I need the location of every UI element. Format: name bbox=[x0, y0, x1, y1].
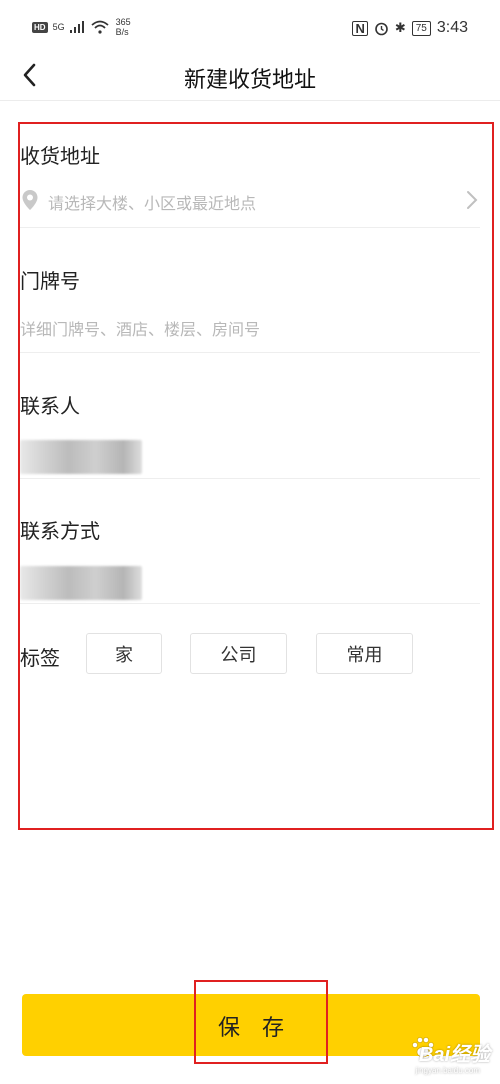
network-speed: 365 B/s bbox=[116, 17, 131, 37]
status-right: N ✱ 75 3:43 bbox=[352, 19, 468, 37]
alarm-icon bbox=[375, 22, 388, 35]
battery-indicator: 75 bbox=[411, 20, 431, 36]
bluetooth-icon: ✱ bbox=[394, 20, 406, 35]
wifi-icon bbox=[90, 20, 109, 34]
page-title: 新建收货地址 bbox=[183, 68, 316, 93]
signal-bars-icon bbox=[69, 21, 84, 33]
clock: 3:43 bbox=[436, 19, 468, 36]
nfc-icon: N bbox=[352, 20, 368, 36]
watermark-text: Bai经验 bbox=[418, 1044, 490, 1066]
nav-bar: 新建收货地址 bbox=[0, 56, 500, 101]
hd-badge: HD bbox=[32, 21, 48, 33]
baidu-watermark: Bai经验 jingyan.baidu.com bbox=[384, 1030, 494, 1080]
watermark-url: jingyan.baidu.com bbox=[415, 1066, 480, 1075]
network-speed-unit: B/s bbox=[115, 27, 129, 37]
annotation-box-form bbox=[18, 122, 494, 830]
signal-indicator: 5G bbox=[52, 22, 65, 32]
network-speed-value: 365 bbox=[115, 17, 131, 27]
annotation-box-save bbox=[194, 980, 328, 1064]
status-left: HD 5G 365 B/s bbox=[32, 17, 131, 37]
status-bar: HD 5G 365 B/s N ✱ 75 3:43 bbox=[0, 0, 500, 56]
